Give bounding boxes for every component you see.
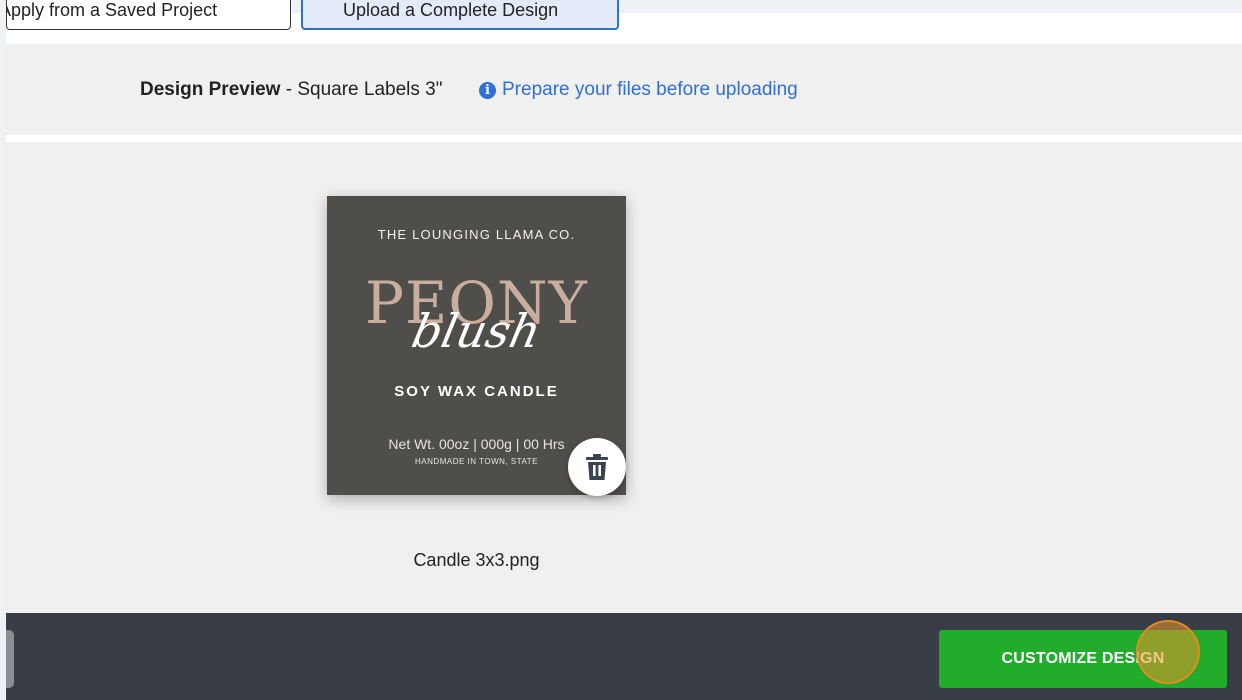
prepare-files-link[interactable]: i Prepare your files before uploading <box>479 79 798 101</box>
apply-saved-project-tab[interactable]: Apply from a Saved Project <box>6 0 291 30</box>
design-preview-title-product: - Square Labels 3" <box>280 79 443 100</box>
design-preview-title: Design Preview - Square Labels 3" <box>140 79 442 101</box>
label-brand-text: THE LOUNGING LLAMA CO. <box>377 227 576 242</box>
design-file-name: Candle 3x3.png <box>413 550 540 570</box>
left-edge <box>0 0 6 700</box>
upload-complete-design-tab[interactable]: Upload a Complete Design <box>301 0 619 30</box>
delete-design-button[interactable] <box>568 438 626 496</box>
label-script-text: blush <box>407 304 546 358</box>
customize-design-button[interactable]: CUSTOMIZE DESIGN <box>939 630 1227 688</box>
apply-saved-project-label: Apply from a Saved Project <box>6 0 218 20</box>
footer-action-bar: CUSTOMIZE DESIGN <box>0 613 1242 700</box>
customize-design-label: CUSTOMIZE DESIGN <box>1001 650 1165 667</box>
trash-icon <box>586 454 608 480</box>
prepare-files-link-text: Prepare your files before uploading <box>502 79 798 100</box>
section-divider <box>6 135 1242 142</box>
design-preview-bar: Design Preview - Square Labels 3" i Prep… <box>6 44 1242 135</box>
info-circle-icon: i <box>479 81 496 99</box>
design-preview-title-bold: Design Preview <box>140 79 281 100</box>
design-preview-area: THE LOUNGING LLAMA CO. PEONY blush SOY W… <box>6 142 1242 613</box>
upload-complete-design-label: Upload a Complete Design <box>343 0 559 20</box>
label-product-text: SOY WAX CANDLE <box>394 383 559 400</box>
upload-design-page: Apply from a Saved Project Upload a Comp… <box>0 0 1242 700</box>
